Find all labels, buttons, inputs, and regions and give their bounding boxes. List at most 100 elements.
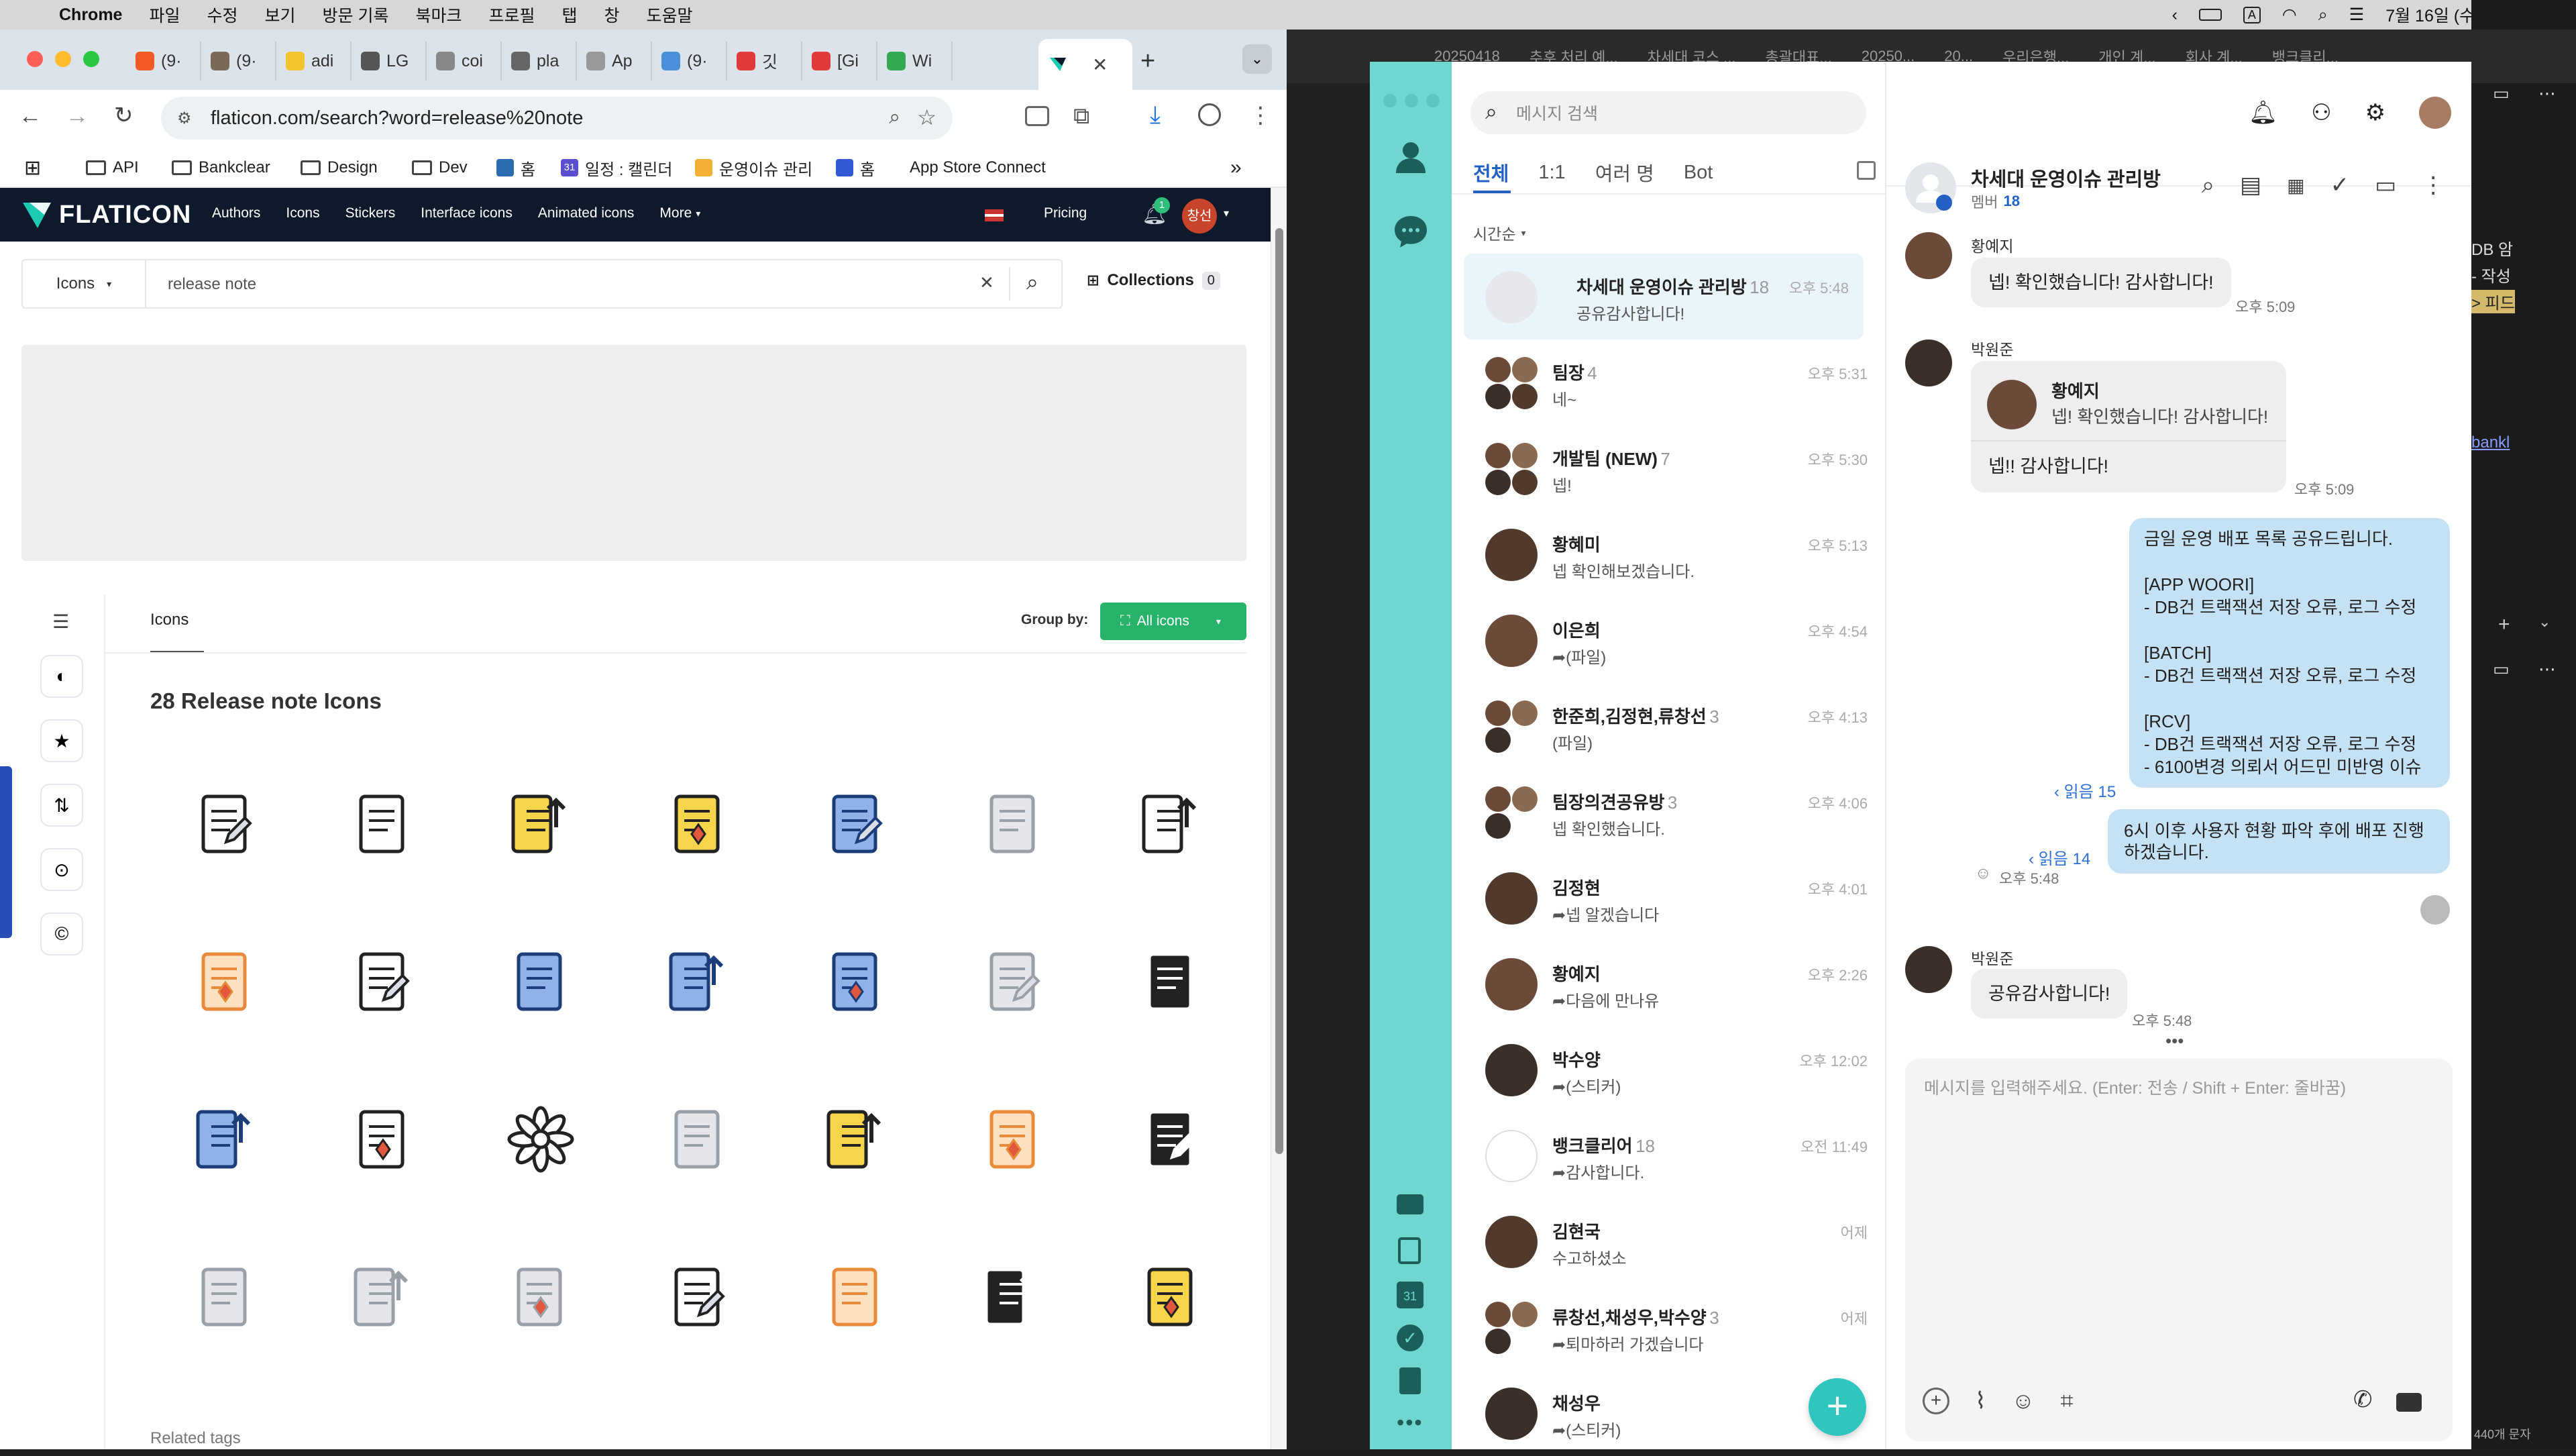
avatar-sender[interactable] <box>1905 232 1952 279</box>
tab-all[interactable]: 전체 <box>1473 158 1509 187</box>
icon-result-black-notepad-upload[interactable] <box>1092 1060 1250 1218</box>
chat-list-item[interactable]: 이은희 ➦(파일) 오후 4:54 <box>1452 597 1885 683</box>
message-search-input[interactable]: ⌕ 메시지 검색 <box>1470 91 1866 134</box>
my-message-bubble[interactable]: 금일 운영 배포 목록 공유드립니다. [APP WOORI] - DB건 트랙잭션… <box>2129 518 2450 788</box>
sort-select[interactable]: 시간순 ▾ <box>1473 221 1526 244</box>
menu-app-name[interactable]: Chrome <box>59 5 122 25</box>
more-dots-icon[interactable]: ⋯ <box>2538 659 2556 680</box>
icon-result-document-upload-blue[interactable] <box>304 1218 462 1375</box>
site-info-icon[interactable]: ⚙ <box>177 109 192 128</box>
active-tab-flaticon[interactable]: ✕ <box>1038 39 1132 90</box>
menu-bookmarks[interactable]: 북마크 <box>415 3 462 27</box>
tab-search-button[interactable]: ⌄ <box>1242 44 1272 74</box>
reader-avatar[interactable] <box>2420 895 2450 925</box>
icon-result-documents-rocket-color[interactable] <box>1092 1218 1250 1375</box>
license-filter-button[interactable]: © <box>40 913 83 955</box>
filters-icon[interactable]: ☰ <box>52 611 69 633</box>
icon-result-document-note-green[interactable] <box>462 1218 619 1375</box>
nav-stickers[interactable]: Stickers <box>345 205 396 221</box>
menu-history[interactable]: 방문 기록 <box>323 3 389 27</box>
chat-list-item[interactable]: 개발팀 (NEW) 7 넵! 오후 5:30 <box>1452 425 1885 511</box>
spotlight-icon[interactable]: ⌕ <box>2318 5 2328 25</box>
shape-filter-button[interactable]: ⊙ <box>40 848 83 891</box>
tab-one-to-one[interactable]: 1:1 <box>1538 162 1565 184</box>
bookmark-appstore[interactable]: App Store Connect <box>903 154 1046 181</box>
bookmark-home-2[interactable]: 홈 <box>836 154 875 181</box>
new-chat-button[interactable]: + <box>1809 1378 1866 1436</box>
contacts-icon[interactable] <box>1393 138 1429 174</box>
calendar-icon[interactable]: 31 <box>1397 1282 1424 1308</box>
us-flag-icon[interactable] <box>985 209 1004 221</box>
chat-list-item[interactable]: 김현국 수고하셨소 어제 <box>1452 1198 1885 1284</box>
search-icon[interactable]: ⌕ <box>2202 172 2214 199</box>
icon-result-sync-document[interactable] <box>777 745 934 902</box>
mail-icon[interactable] <box>1397 1194 1424 1214</box>
crop-icon[interactable]: ⌗ <box>2060 1388 2073 1414</box>
settings-gear-icon[interactable]: ⚙ <box>2365 99 2385 126</box>
user-avatar[interactable]: 창선 <box>1182 199 1217 233</box>
apps-grid-icon[interactable]: ⊞ <box>24 154 41 181</box>
camera-icon[interactable] <box>1025 106 1049 126</box>
icon-result-blue-document-rocket[interactable] <box>146 1060 304 1218</box>
bookmark-star-icon[interactable]: ☆ <box>917 105 936 130</box>
minimize-window-button[interactable] <box>55 51 71 67</box>
chrome-menu-icon[interactable]: ⋮ <box>1249 102 1272 129</box>
chat-list-item[interactable]: 한준희,김정현,류창선 3 (파일) 오후 4:13 <box>1452 683 1885 769</box>
zoom-window-button[interactable] <box>83 51 99 67</box>
browser-tab[interactable]: [Gi <box>802 42 877 81</box>
tab-close-icon[interactable]: ✕ <box>1092 54 1108 76</box>
menu-window[interactable]: 창 <box>604 3 620 27</box>
browser-tab[interactable]: Wi <box>877 42 953 81</box>
more-vertical-icon[interactable]: ⋮ <box>2422 172 2445 199</box>
chat-list-item[interactable]: 팀장의견공유방 3넵 확인했습니다. 오후 4:06 <box>1452 769 1885 855</box>
message-bubble[interactable]: 공유감사합니다! <box>1971 969 2128 1019</box>
tab-bot[interactable]: Bot <box>1684 162 1713 184</box>
bell-icon[interactable]: 🔔︎ <box>2249 99 2277 126</box>
side-drawer-handle[interactable] <box>0 766 12 938</box>
icon-result-orange-scroll[interactable] <box>777 1218 934 1375</box>
input-source-icon[interactable]: A <box>2243 6 2261 23</box>
room-members[interactable]: 멤버 18 <box>1971 191 2020 212</box>
back-arrow-icon[interactable]: ← <box>19 103 42 129</box>
nav-icons[interactable]: Icons <box>286 205 319 221</box>
chat-list-item[interactable]: 박수양 ➦(스티커) 오후 12:02 <box>1452 1027 1885 1112</box>
add-icon[interactable]: + <box>2498 613 2510 636</box>
avatar-sender[interactable] <box>1905 946 1952 993</box>
flaticon-logo[interactable]: FLATICON <box>21 200 191 229</box>
icon-result-notepad-upload-color[interactable] <box>777 1060 934 1218</box>
icon-result-yellow-notepad-code[interactable] <box>619 745 777 902</box>
icon-result-blue-scroll-diamond[interactable] <box>777 902 934 1060</box>
address-bar[interactable]: ⚙ flaticon.com/search?word=release%20not… <box>161 97 953 140</box>
menu-profiles[interactable]: 프로필 <box>488 3 535 27</box>
menu-help[interactable]: 도움말 <box>647 3 693 27</box>
more-dots-icon[interactable]: ⋯ <box>2538 83 2556 104</box>
chat-list-item[interactable]: 차세대 운영이슈 관리방 18 공유감사합니다! 오후 5:48 <box>1464 254 1864 340</box>
chat-list-item[interactable]: 뱅크클리어 18 ➦감사합니다. 오전 11:49 <box>1452 1112 1885 1198</box>
message-input[interactable]: 메시지를 입력해주세요. (Enter: 전송 / Shift + Enter:… <box>1905 1059 2453 1441</box>
menu-tab[interactable]: 탭 <box>562 3 578 27</box>
icon-result-flower-badge[interactable] <box>462 1060 619 1218</box>
icon-result-orange-document-rocket[interactable] <box>146 902 304 1060</box>
calendar-icon[interactable]: ▦ <box>2287 174 2304 197</box>
browser-tab[interactable]: coi <box>427 42 502 81</box>
tab-group[interactable]: 여러 명 <box>1595 158 1654 187</box>
bookmark-ops-issue[interactable]: 운영이슈 관리 <box>695 154 812 181</box>
video-call-icon[interactable] <box>2396 1393 2422 1412</box>
folder-icon[interactable]: ▭ <box>2375 172 2396 199</box>
icon-result-document-upload-gray[interactable] <box>619 1060 777 1218</box>
close-window-button[interactable] <box>27 51 43 67</box>
download-icon[interactable]: ⤓ <box>1150 101 1161 129</box>
sidebar-toggle-icon[interactable]: ▭ <box>2493 83 2510 104</box>
icon-result-black-scroll[interactable] <box>934 1218 1092 1375</box>
icon-result-release-note-outline[interactable] <box>146 745 304 902</box>
icon-result-document-gear[interactable] <box>146 1218 304 1375</box>
browser-tab[interactable]: adi <box>276 42 352 81</box>
icon-result-blue-upload-document[interactable] <box>619 902 777 1060</box>
page-scrollbar[interactable] <box>1271 188 1287 1449</box>
clear-search-icon[interactable]: ✕ <box>979 272 994 293</box>
browser-tab[interactable]: LG <box>352 42 427 81</box>
collapse-panel-icon[interactable] <box>1857 161 1876 180</box>
menu-view[interactable]: 보기 <box>265 3 296 27</box>
menu-file[interactable]: 파일 <box>149 3 180 27</box>
chevron-down-icon[interactable]: ⌄ <box>2538 613 2551 631</box>
